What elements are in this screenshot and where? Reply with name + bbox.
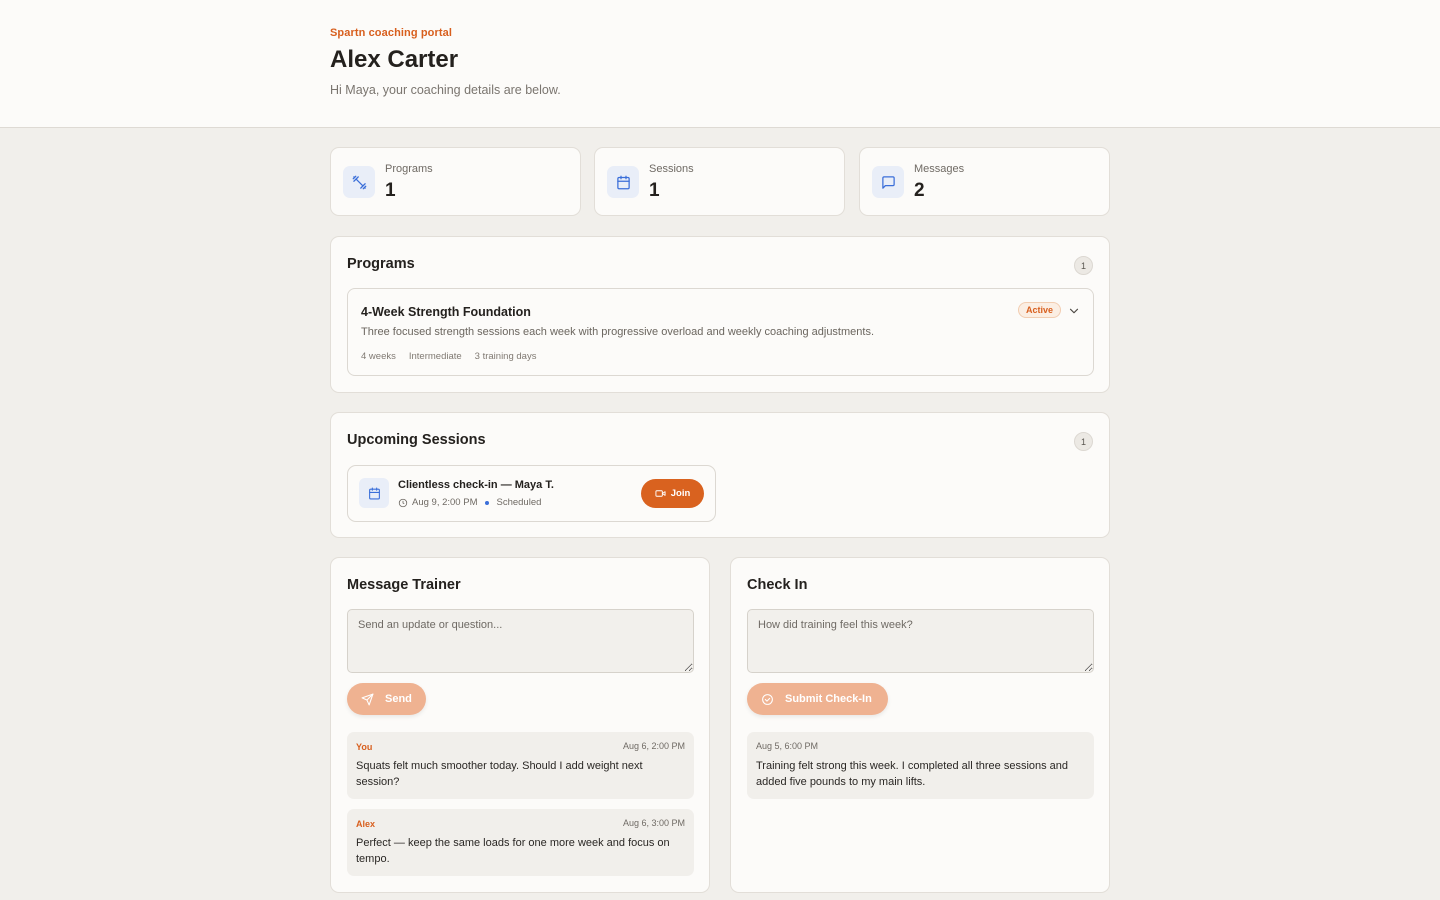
section-title: Upcoming Sessions <box>347 432 486 448</box>
section-title: Programs <box>347 256 415 272</box>
video-icon <box>655 490 666 497</box>
program-days: 3 training days <box>474 351 537 362</box>
send-label: Send <box>385 693 412 705</box>
stat-card-messages: Messages 2 <box>859 147 1110 216</box>
submit-check-in-button[interactable]: Submit Check-In <box>747 683 888 715</box>
message-author: You <box>356 742 373 752</box>
status-badge: Active <box>1017 302 1061 318</box>
submit-label: Submit Check-In <box>785 693 872 705</box>
message-author: Alex <box>356 819 376 829</box>
entry-time: Aug 5, 6:00 PM <box>756 741 819 751</box>
message-item: You Aug 6, 2:00 PM Squats felt much smoo… <box>347 732 694 799</box>
entry-text: Training felt strong this week. I comple… <box>756 760 1069 788</box>
check-in-panel: Check In Submit Check-In Aug 5, 6:00 PM … <box>730 557 1110 893</box>
join-label: Join <box>670 488 691 499</box>
dumbbell-icon <box>343 166 375 198</box>
count-badge: 1 <box>1074 256 1093 275</box>
page-title: Alex Carter <box>330 46 459 73</box>
session-item: Clientless check-in — Maya T. Aug 9, 2:0… <box>347 465 716 522</box>
stat-label: Programs <box>385 163 433 175</box>
join-button[interactable]: Join <box>641 479 704 508</box>
calendar-icon <box>359 478 389 508</box>
check-in-input[interactable] <box>747 609 1094 673</box>
program-description: Three focused strength sessions each wee… <box>361 326 874 338</box>
clock-icon <box>398 498 408 507</box>
count-badge: 1 <box>1074 432 1093 451</box>
session-title: Clientless check-in — Maya T. <box>398 479 554 491</box>
stat-value: 1 <box>649 180 660 201</box>
stat-label: Sessions <box>649 163 694 175</box>
page-header: Spartn coaching portal Alex Carter Hi Ma… <box>0 0 1440 128</box>
session-time: Aug 9, 2:00 PM <box>412 497 478 508</box>
stat-label: Messages <box>914 163 965 175</box>
check-in-entry: Aug 5, 6:00 PM Training felt strong this… <box>747 732 1094 799</box>
message-time: Aug 6, 2:00 PM <box>622 741 685 751</box>
chevron-down-icon[interactable] <box>1067 304 1081 318</box>
program-duration: 4 weeks <box>361 351 396 362</box>
section-title: Message Trainer <box>347 577 461 593</box>
session-meta: Aug 9, 2:00 PM Scheduled <box>398 497 541 508</box>
stat-value: 1 <box>385 180 396 201</box>
message-icon <box>872 166 904 198</box>
message-item: Alex Aug 6, 3:00 PM Perfect — keep the s… <box>347 809 694 876</box>
message-time: Aug 6, 3:00 PM <box>622 818 685 828</box>
session-status: Scheduled <box>496 497 542 508</box>
program-name: 4-Week Strength Foundation <box>361 305 531 319</box>
stat-card-programs: Programs 1 <box>330 147 581 216</box>
calendar-icon <box>607 166 639 198</box>
send-icon <box>361 693 374 705</box>
check-circle-icon <box>762 693 773 705</box>
sessions-section: Upcoming Sessions 1 Clientless check-in … <box>330 412 1110 538</box>
message-trainer-panel: Message Trainer Send You Aug 6, 2:00 PM … <box>330 557 710 893</box>
message-text: Squats felt much smoother today. Should … <box>356 760 643 788</box>
programs-section: Programs 1 4-Week Strength Foundation Th… <box>330 236 1110 393</box>
portal-eyebrow: Spartn coaching portal <box>330 27 452 39</box>
send-button[interactable]: Send <box>347 683 426 715</box>
status-dot <box>485 500 490 505</box>
program-level: Intermediate <box>408 351 462 362</box>
section-title: Check In <box>747 577 808 593</box>
stat-card-sessions: Sessions 1 <box>594 147 845 216</box>
message-text: Perfect — keep the same loads for one mo… <box>356 837 670 865</box>
program-meta: 4 weeks Intermediate 3 training days <box>361 351 536 362</box>
page-subtitle: Hi Maya, your coaching details are below… <box>330 83 561 97</box>
program-item[interactable]: 4-Week Strength Foundation Three focused… <box>347 288 1094 376</box>
message-input[interactable] <box>347 609 694 673</box>
stat-value: 2 <box>914 180 925 201</box>
